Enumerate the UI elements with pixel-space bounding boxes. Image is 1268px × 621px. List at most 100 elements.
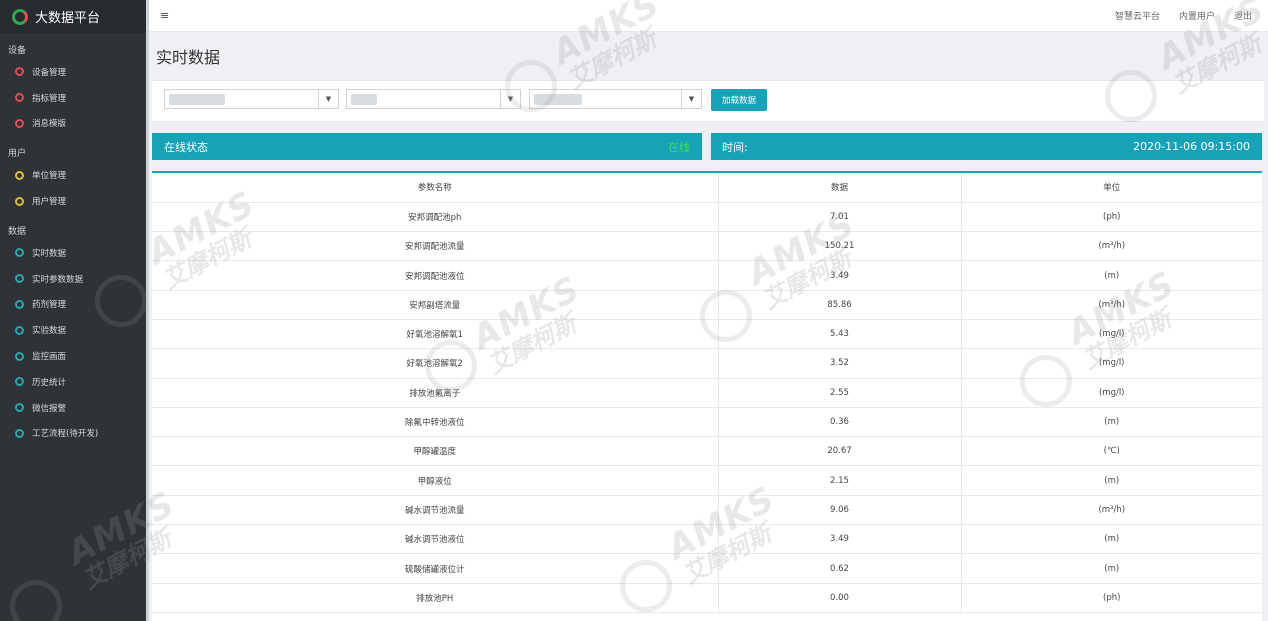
sidebar: 大数据平台 设备 设备管理 指标管理 消息模版 用户 单位管理 用户管理 数据 实时数据 实时参数… (0, 0, 146, 621)
sidebar-item-label: 微信报警 (32, 403, 67, 414)
sidebar-item[interactable]: 实时数据 (0, 240, 146, 266)
unit-cell: (m) (960, 260, 1262, 291)
online-status-label: 在线状态 (164, 140, 208, 154)
param-name-cell: 甲醇液位 (152, 465, 718, 496)
circle-icon (15, 325, 24, 335)
unit-cell: (ph) (960, 202, 1262, 233)
circle-icon (15, 377, 24, 387)
unit-cell: (mg/l) (960, 319, 1262, 350)
circle-icon (15, 93, 24, 103)
table-header-row: 参数名称 数据 单位 (152, 173, 1262, 203)
param-name-cell: 安邦副塔流量 (152, 290, 718, 320)
sidebar-item[interactable]: 历史统计 (0, 369, 146, 395)
sidebar-item[interactable]: 工艺流程(待开发) (0, 421, 146, 447)
sidebar-item[interactable]: 药剂管理 (0, 292, 146, 318)
table-row: 安邦调配池ph 7.01 (ph) (152, 202, 1262, 233)
param-name-cell: 安邦调配池液位 (152, 260, 718, 291)
sidebar-item[interactable]: 监控画面 (0, 343, 146, 369)
circle-icon (15, 351, 24, 361)
unit-cell: (m) (960, 465, 1262, 496)
chevron-down-icon: ▼ (681, 90, 701, 108)
table-row: 好氧池溶解氧1 5.43 (mg/l) (152, 319, 1262, 350)
unit-cell: (m) (960, 524, 1262, 555)
chevron-down-icon: ▼ (500, 90, 520, 108)
filter-select-3[interactable]: ▼ (529, 89, 702, 109)
logo-icon (12, 8, 28, 25)
column-header-unit: 单位 (960, 173, 1262, 203)
top-link-logout[interactable]: 退出 (1234, 9, 1252, 22)
table-row: 安邦调配池流量 150.21 (m³/h) (152, 231, 1262, 262)
filter-bar: ▼ ▼ ▼ 加载数据 (152, 80, 1264, 122)
sidebar-item[interactable]: 微信报警 (0, 395, 146, 421)
sidebar-item-label: 工艺流程(待开发) (32, 429, 99, 440)
value-cell: 5.43 (717, 319, 961, 350)
chevron-down-icon: ▼ (318, 90, 338, 108)
sidebar-item-label: 用户管理 (32, 197, 67, 208)
param-name-cell: 排放池氟离子 (152, 378, 718, 408)
value-cell: 2.55 (717, 378, 961, 408)
table-row: 安邦副塔流量 85.86 (m³/h) (152, 290, 1262, 320)
column-header-param: 参数名称 (152, 173, 718, 203)
sidebar-item[interactable]: 实验数据 (0, 317, 146, 343)
unit-cell: (℃) (960, 436, 1262, 467)
table-row: 排放池PH 0.00 (ph) (152, 583, 1262, 613)
value-cell: 0.36 (717, 407, 961, 438)
sidebar-item-label: 设备管理 (32, 67, 67, 78)
brand[interactable]: 大数据平台 (0, 0, 146, 33)
param-name-cell: 安邦调配池ph (152, 202, 718, 233)
sidebar-item[interactable]: 指标管理 (0, 85, 146, 111)
unit-cell: (mg/l) (960, 378, 1262, 408)
param-name-cell: 好氧池溶解氧2 (152, 348, 718, 379)
sidebar-item[interactable]: 单位管理 (0, 162, 146, 188)
online-status-value: 在线 (668, 140, 690, 154)
circle-icon (15, 118, 24, 128)
circle-icon (15, 428, 24, 438)
circle-icon (15, 274, 24, 284)
sidebar-item-label: 指标管理 (32, 93, 67, 104)
sidebar-item-label: 药剂管理 (32, 300, 67, 311)
unit-cell: (ph) (960, 583, 1262, 613)
time-value: 2020-11-06 09:15:00 (1133, 140, 1250, 153)
sidebar-item[interactable]: 用户管理 (0, 188, 146, 214)
param-name-cell: 安邦调配池流量 (152, 231, 718, 262)
sidebar-item-label: 实时参数数据 (32, 274, 84, 285)
sidebar-item-label: 单位管理 (32, 171, 67, 182)
table-row: 硫酸储罐液位计 0.62 (m) (152, 553, 1262, 584)
table-row: 除氟中转池液位 0.36 (m) (152, 407, 1262, 438)
load-data-button[interactable]: 加载数据 (711, 89, 767, 111)
top-link-cloud-platform[interactable]: 智慧云平台 (1115, 9, 1160, 22)
sidebar-item[interactable]: 实时参数数据 (0, 266, 146, 292)
top-links: 智慧云平台 内置用户 退出 (1115, 9, 1252, 22)
redacted-value (169, 94, 225, 105)
param-name-cell: 除氟中转池液位 (152, 407, 718, 438)
filter-select-1[interactable]: ▼ (164, 89, 339, 109)
value-cell: 20.67 (717, 436, 961, 467)
param-name-cell: 好氧池溶解氧1 (152, 319, 718, 350)
circle-icon (15, 67, 24, 77)
param-name-cell: 排放池PH (152, 583, 718, 613)
column-header-value: 数据 (717, 173, 961, 203)
sidebar-item-label: 历史统计 (32, 377, 67, 388)
table-row: 甲醇液位 2.15 (m) (152, 465, 1262, 496)
param-name-cell: 碱水调节池流量 (152, 495, 718, 526)
online-status-card: 在线状态 在线 (152, 133, 702, 160)
menu-toggle-icon[interactable]: ≡ (160, 9, 174, 22)
sidebar-item-label: 实验数据 (32, 326, 67, 337)
redacted-value (351, 94, 377, 105)
table-row: 碱水调节池流量 9.06 (m³/h) (152, 495, 1262, 526)
time-label: 时间: (722, 140, 748, 154)
value-cell: 3.52 (717, 348, 961, 379)
sidebar-item[interactable]: 设备管理 (0, 59, 146, 85)
top-link-builtin-user[interactable]: 内置用户 (1179, 9, 1215, 22)
table-row: 碱水调节池液位 3.49 (m) (152, 524, 1262, 555)
value-cell: 3.49 (717, 524, 961, 555)
unit-cell: (m³/h) (960, 290, 1262, 320)
filter-select-2[interactable]: ▼ (346, 89, 521, 109)
value-cell: 2.15 (717, 465, 961, 496)
unit-cell: (m) (960, 553, 1262, 584)
sidebar-item[interactable]: 消息模版 (0, 111, 146, 137)
app-title: 大数据平台 (35, 11, 101, 26)
table-row: 排放池氟离子 2.55 (mg/l) (152, 378, 1262, 408)
page-title: 实时数据 (156, 48, 221, 67)
value-cell: 9.06 (717, 495, 961, 526)
